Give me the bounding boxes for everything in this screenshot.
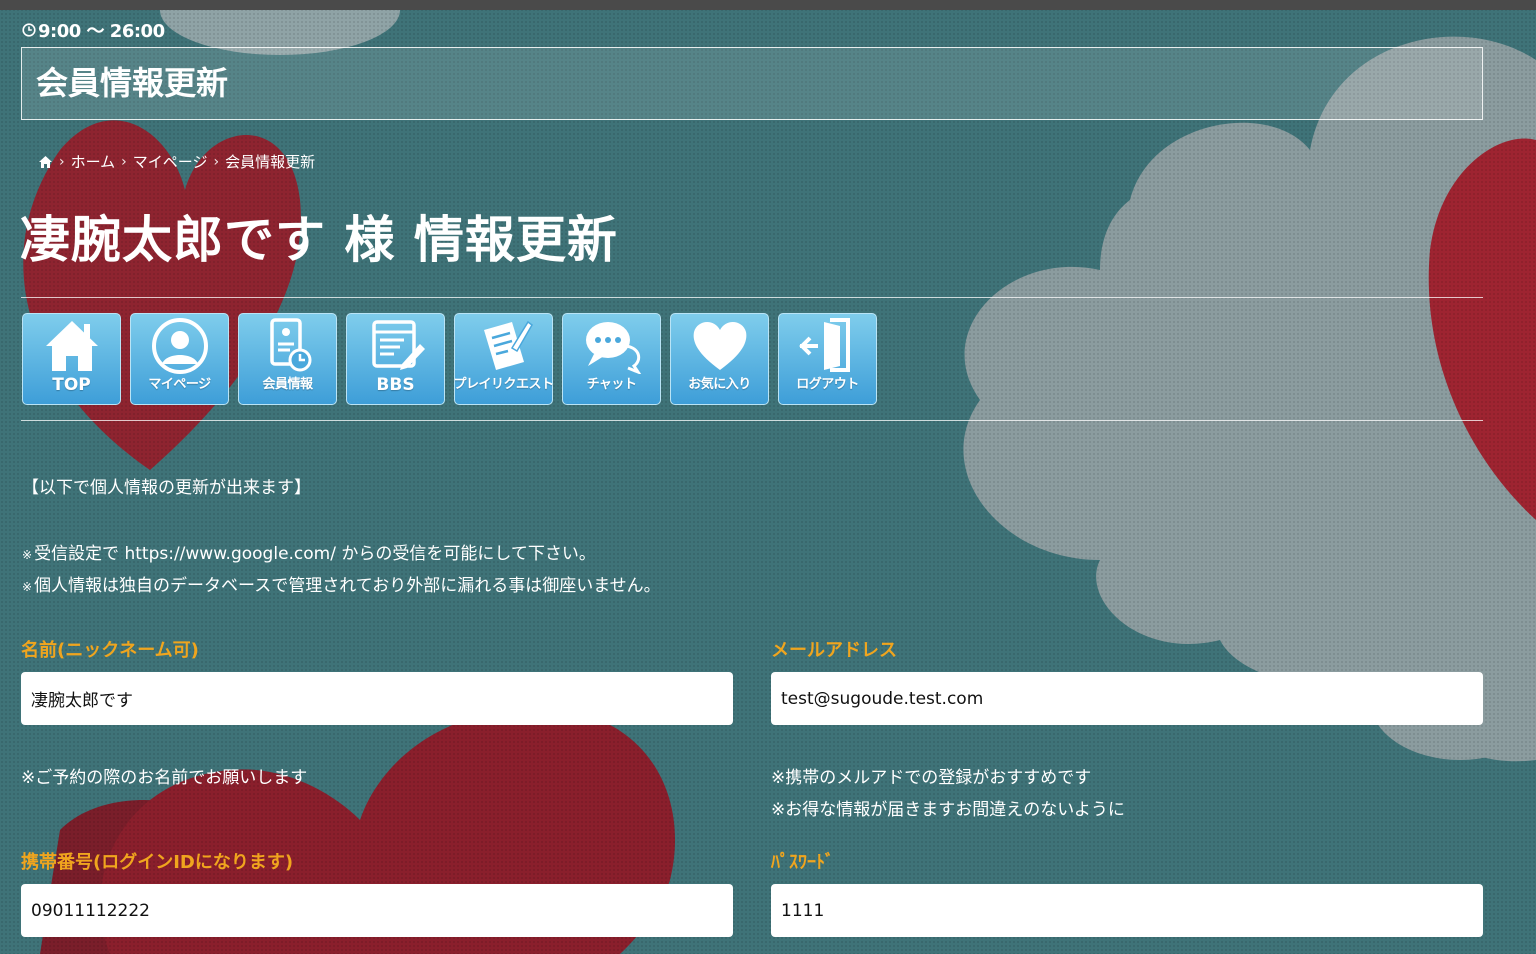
note-privacy: ※ 個人情報は独自のデータベースで管理されており外部に漏れる事は御座いません。: [22, 571, 661, 596]
nav-button-mypage[interactable]: マイページ: [130, 313, 229, 405]
email-hint-mobile: ※携帯のメルアドでの登録がおすすめです: [771, 768, 1092, 788]
chevron-right-icon: ›: [213, 153, 220, 170]
page-title: 凄腕太郎です 様 情報更新: [20, 211, 618, 269]
name-label: 名前(ニックネーム可): [21, 640, 199, 661]
divider: [21, 297, 1483, 298]
nav-button-logout[interactable]: ログアウト: [778, 313, 877, 405]
note-text: 受信設定で https://www.google.com/ からの受信を可能にし…: [34, 544, 596, 564]
phone-label: 携帯番号(ログインIDになります): [21, 852, 294, 873]
password-input[interactable]: [771, 884, 1483, 937]
nav-button-member-info[interactable]: 会員情報: [238, 313, 337, 405]
breadcrumb: › ホーム › マイページ › 会員情報更新: [38, 151, 315, 172]
nav-button-top[interactable]: TOP: [22, 313, 121, 405]
nav-label: ログアウト: [796, 377, 859, 392]
page-content: 9:00 〜 26:00 会員情報更新 › ホーム › マイページ › 会員情報…: [0, 0, 1536, 954]
email-input[interactable]: [771, 672, 1483, 725]
nav-button-play-request[interactable]: プレイリクエスト: [453, 313, 555, 405]
nav-label: TOP: [52, 375, 91, 395]
nav-button-favorites[interactable]: お気に入り: [670, 313, 769, 405]
clock-icon: [22, 23, 36, 37]
note-mark: ※: [22, 580, 33, 594]
business-hours: 9:00 〜 26:00: [22, 17, 165, 43]
email-label: メールアドレス: [771, 640, 897, 661]
section-title-box: 会員情報更新: [21, 47, 1483, 120]
chevron-right-icon: ›: [121, 153, 127, 170]
email-hint-deals: ※お得な情報が届きますお間違えのないように: [771, 800, 1125, 820]
note-text: 個人情報は独自のデータベースで管理されており外部に漏れる事は御座いません。: [34, 576, 661, 596]
nav-button-chat[interactable]: チャット: [562, 313, 661, 405]
nav-button-bbs[interactable]: BBS: [346, 313, 445, 405]
nav-label: BBS: [376, 375, 415, 395]
bbs-icon: [371, 320, 425, 370]
nav-label: プレイリクエスト: [453, 377, 555, 392]
chevron-right-icon: ›: [59, 153, 65, 170]
home-icon[interactable]: [38, 155, 53, 169]
heart-icon: [693, 321, 746, 370]
nav-label: 会員情報: [262, 377, 313, 392]
logout-icon: [798, 318, 850, 372]
note-mark: ※: [22, 548, 33, 562]
nav-label: お気に入り: [688, 377, 751, 392]
password-label: ﾊﾟｽﾜｰﾄﾞ: [771, 852, 834, 873]
divider: [21, 420, 1483, 421]
request-icon: [483, 320, 533, 370]
breadcrumb-item-mypage[interactable]: マイページ: [133, 151, 208, 172]
breadcrumb-item-current: 会員情報更新: [225, 153, 316, 171]
section-title: 会員情報更新: [36, 64, 229, 102]
user-icon: [151, 318, 208, 374]
member-nav: TOP マイページ 会員情報 BBS プレイリクエスト チャット お気に入り ロ…: [22, 313, 877, 405]
business-hours-text: 9:00 〜 26:00: [38, 21, 165, 42]
note-receive-settings: ※ 受信設定で https://www.google.com/ からの受信を可能に…: [22, 539, 596, 564]
nav-label: マイページ: [148, 377, 211, 392]
name-hint: ※ご予約の際のお名前でお願いします: [21, 768, 308, 788]
name-input[interactable]: [21, 672, 733, 725]
house-icon: [45, 321, 98, 371]
phone-input[interactable]: [21, 884, 733, 937]
intro-text: 【以下で個人情報の更新が出来ます】: [22, 478, 311, 498]
chat-icon: [585, 322, 641, 374]
breadcrumb-item-home[interactable]: ホーム: [71, 151, 116, 172]
member-info-icon: [269, 318, 311, 372]
nav-label: チャット: [586, 377, 637, 392]
